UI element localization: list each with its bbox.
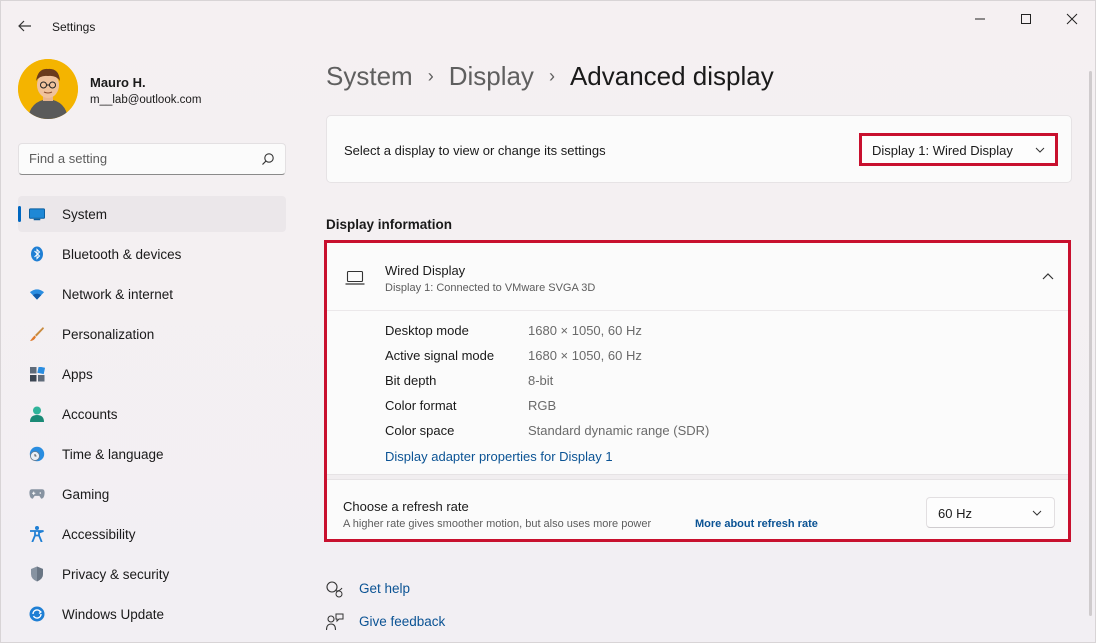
search-box[interactable] <box>18 143 286 175</box>
property-label: Color space <box>385 423 454 438</box>
help-icon <box>326 580 344 598</box>
sidebar-item-label: Apps <box>62 367 93 382</box>
property-value: Standard dynamic range (SDR) <box>528 423 709 438</box>
back-arrow-icon <box>18 20 32 32</box>
property-label: Color format <box>385 398 457 413</box>
chevron-down-icon <box>1034 144 1046 156</box>
sidebar-item-apps[interactable]: Apps <box>18 356 286 392</box>
property-label: Active signal mode <box>385 348 494 363</box>
laptop-icon <box>345 270 365 286</box>
divider <box>327 474 1068 480</box>
feedback-icon <box>326 613 344 631</box>
close-button[interactable] <box>1049 5 1095 33</box>
accessibility-icon <box>29 526 45 542</box>
refresh-rate-link[interactable]: More about refresh rate <box>695 518 818 530</box>
maximize-icon <box>1020 13 1032 25</box>
sidebar-item-label: Accounts <box>62 407 118 422</box>
sidebar-item-label: Network & internet <box>62 287 173 302</box>
adapter-properties-link[interactable]: Display adapter properties for Display 1 <box>385 449 613 464</box>
chevron-right-icon: › <box>549 66 555 87</box>
minimize-button[interactable] <box>957 5 1003 33</box>
give-feedback-link[interactable]: Give feedback <box>359 614 445 629</box>
refresh-rate-description: A higher rate gives smoother motion, but… <box>343 518 651 530</box>
settings-window: Settings Mauro H. m__lab@o <box>0 0 1096 643</box>
property-value: RGB <box>528 398 556 413</box>
system-icon <box>29 206 45 222</box>
sidebar-item-label: Privacy & security <box>62 567 169 582</box>
display-dropdown[interactable]: Display 1: Wired Display <box>859 133 1058 166</box>
sidebar-item-label: Gaming <box>62 487 109 502</box>
sidebar-item-system[interactable]: System <box>18 196 286 232</box>
user-email: m__lab@outlook.com <box>90 94 201 106</box>
sidebar-item-windows-update[interactable]: Windows Update <box>18 596 286 632</box>
maximize-button[interactable] <box>1003 5 1049 33</box>
sidebar-nav: System Bluetooth & devices Network & int… <box>18 196 286 636</box>
sidebar-item-accounts[interactable]: Accounts <box>18 396 286 432</box>
back-button[interactable] <box>11 13 39 39</box>
sidebar-item-label: Bluetooth & devices <box>62 247 181 262</box>
scrollbar[interactable] <box>1089 71 1092 616</box>
sidebar-item-gaming[interactable]: Gaming <box>18 476 286 512</box>
chevron-up-icon[interactable] <box>1040 269 1056 283</box>
sidebar-item-time-language[interactable]: Time & language <box>18 436 286 472</box>
sidebar-item-label: Accessibility <box>62 527 136 542</box>
give-feedback-row[interactable]: Give feedback <box>326 611 344 633</box>
breadcrumb-system[interactable]: System <box>326 61 413 92</box>
display-connection: Display 1: Connected to VMware SVGA 3D <box>385 282 595 294</box>
display-select-label: Select a display to view or change its s… <box>344 143 606 158</box>
sidebar-item-label: Time & language <box>62 447 164 462</box>
avatar-image-icon <box>18 59 78 119</box>
display-select-card: Select a display to view or change its s… <box>326 115 1072 183</box>
clock-globe-icon <box>29 446 45 462</box>
get-help-row[interactable]: Get help <box>326 578 344 600</box>
avatar <box>18 59 78 119</box>
sidebar-item-accessibility[interactable]: Accessibility <box>18 516 286 552</box>
property-label: Bit depth <box>385 373 436 388</box>
chevron-right-icon: › <box>428 66 434 87</box>
search-icon[interactable] <box>261 152 275 166</box>
property-value: 1680 × 1050, 60 Hz <box>528 323 642 338</box>
get-help-link[interactable]: Get help <box>359 581 410 596</box>
sidebar-item-privacy-security[interactable]: Privacy & security <box>18 556 286 592</box>
apps-icon <box>29 366 45 382</box>
property-value: 1680 × 1050, 60 Hz <box>528 348 642 363</box>
section-title: Display information <box>326 217 452 232</box>
page-title: Advanced display <box>570 61 774 92</box>
breadcrumb-display[interactable]: Display <box>449 61 534 92</box>
display-dropdown-value: Display 1: Wired Display <box>872 143 1013 158</box>
brush-icon <box>29 326 45 342</box>
title-bar: Settings <box>1 1 1095 49</box>
display-info-panel: Wired Display Display 1: Connected to VM… <box>324 240 1071 542</box>
sidebar-item-label: System <box>62 207 107 222</box>
refresh-rate-title: Choose a refresh rate <box>343 499 469 514</box>
bluetooth-icon <box>29 246 45 262</box>
sidebar-item-personalization[interactable]: Personalization <box>18 316 286 352</box>
close-icon <box>1066 13 1078 25</box>
refresh-rate-dropdown[interactable]: 60 Hz <box>926 497 1055 528</box>
update-icon <box>29 606 45 622</box>
account-icon <box>29 406 45 422</box>
breadcrumb: System › Display › Advanced display <box>326 61 774 92</box>
sidebar-item-label: Windows Update <box>62 607 164 622</box>
property-label: Desktop mode <box>385 323 469 338</box>
sidebar-item-label: Personalization <box>62 327 154 342</box>
refresh-rate-value: 60 Hz <box>938 506 972 521</box>
display-name: Wired Display <box>385 263 465 278</box>
chevron-down-icon <box>1031 507 1043 519</box>
shield-icon <box>29 566 45 582</box>
user-name: Mauro H. <box>90 75 146 90</box>
sidebar-item-bluetooth[interactable]: Bluetooth & devices <box>18 236 286 272</box>
property-value: 8-bit <box>528 373 553 388</box>
app-title: Settings <box>52 20 95 34</box>
gamepad-icon <box>29 486 45 502</box>
display-info-header[interactable]: Wired Display Display 1: Connected to VM… <box>327 243 1068 311</box>
wifi-icon <box>29 286 45 302</box>
minimize-icon <box>974 13 986 25</box>
sidebar-item-network[interactable]: Network & internet <box>18 276 286 312</box>
search-input[interactable] <box>29 151 249 166</box>
